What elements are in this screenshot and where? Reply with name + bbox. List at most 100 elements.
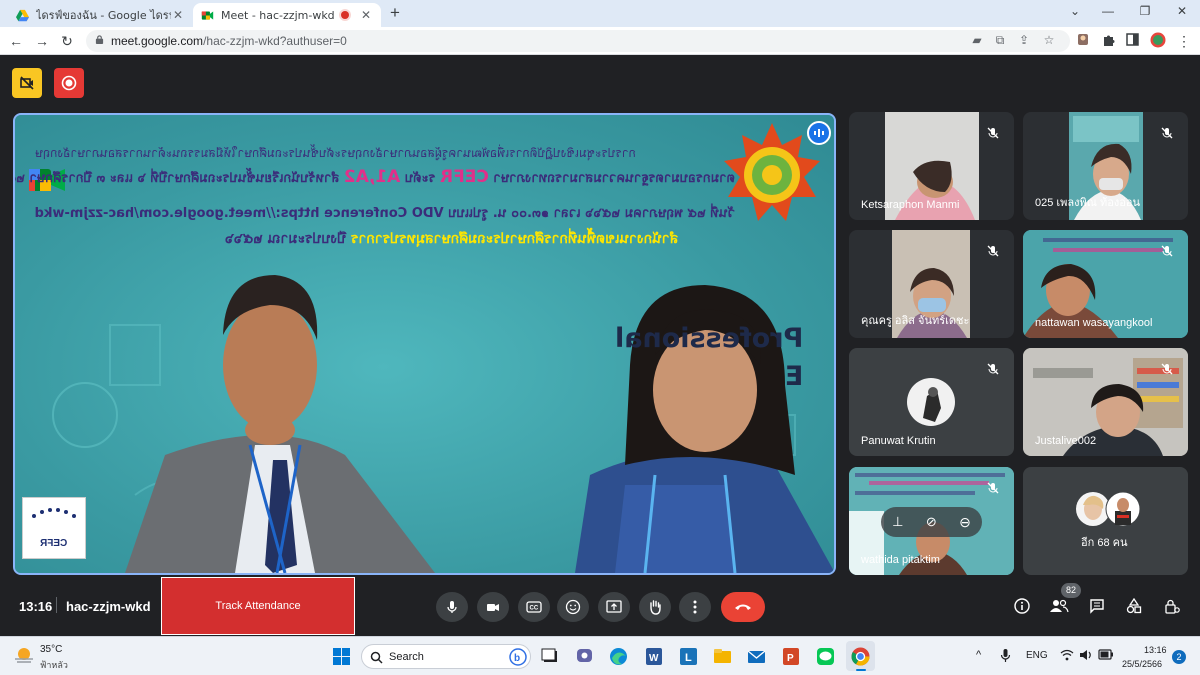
active-app-indicator: [856, 669, 866, 671]
new-tab-button[interactable]: +: [390, 3, 400, 23]
close-window-button[interactable]: ✕: [1172, 4, 1192, 18]
taskbar-clock-time[interactable]: 13:16: [1144, 645, 1167, 655]
bing-chat-icon[interactable]: b: [509, 648, 527, 666]
participant-name: 025 เพลงพิณ ท้องอ่อน: [1035, 197, 1141, 209]
banner-line-4: สำนักงานเขตพื้นที่การศึกษาประถมศึกษาสมุท…: [225, 231, 679, 247]
powerpoint-icon[interactable]: P: [780, 646, 801, 667]
participant-tile[interactable]: Ketsaraphon Manmi: [849, 112, 1014, 220]
presenter-tile[interactable]: การประชุมเชิงปฏิบัติการเพื่อพัฒนาครูผู้ส…: [13, 113, 836, 575]
participant-tile[interactable]: Panuwat Krutin: [849, 348, 1014, 456]
participant-tile-hovered[interactable]: ⊥ ⊘ ⊖ wathida pitaktim: [849, 467, 1014, 575]
tray-chevron-up-icon[interactable]: ^: [976, 649, 981, 661]
tab-search-chevron-icon[interactable]: ⌄: [1065, 4, 1085, 18]
share-icon[interactable]: ⇪: [1016, 33, 1032, 47]
browser-menu-icon[interactable]: ⋮: [1175, 32, 1193, 50]
present-screen-icon: [606, 600, 622, 613]
tab-google-meet[interactable]: Meet - hac-zzjm-wkd ✕: [193, 3, 381, 27]
mute-participant-icon[interactable]: ⊘: [926, 514, 937, 530]
present-screen-button[interactable]: [598, 592, 630, 622]
address-bar[interactable]: meet.google.com/hac-zzjm-wkd?authuser=0 …: [86, 30, 1070, 52]
mic-muted-icon: [982, 240, 1004, 262]
search-icon: [370, 651, 383, 664]
taskbar-clock-date[interactable]: 25/5/2566: [1122, 659, 1162, 669]
more-options-button[interactable]: [679, 592, 711, 622]
extensions-puzzle-icon[interactable]: [1099, 32, 1117, 50]
mic-muted-icon: [982, 358, 1004, 380]
track-attendance-button[interactable]: Track Attendance: [161, 577, 355, 635]
captions-button[interactable]: CC: [518, 592, 550, 622]
participant-avatar: [1105, 491, 1141, 527]
participant-name: wathida pitaktim: [861, 554, 940, 566]
line-app-icon[interactable]: [815, 646, 836, 667]
microphone-button[interactable]: [436, 592, 468, 622]
meeting-details-button[interactable]: [1010, 594, 1034, 618]
banner-line-1: การประชุมเชิงปฏิบัติการเพื่อพัฒนาครูผู้ส…: [35, 146, 636, 160]
task-view-icon[interactable]: [540, 646, 561, 667]
chrome-taskbar-active[interactable]: [846, 641, 875, 671]
participant-tile[interactable]: คุณครู อลิส จันทร์เดชะ: [849, 230, 1014, 338]
svg-text:P: P: [787, 653, 794, 664]
recording-notice-button[interactable]: [12, 68, 42, 98]
battery-icon[interactable]: [1098, 649, 1114, 660]
mail-icon[interactable]: [746, 646, 767, 667]
word-icon[interactable]: W: [643, 646, 664, 667]
windows-start-icon[interactable]: [331, 646, 352, 667]
cefr-logo: CEFR: [22, 497, 86, 559]
leave-call-button[interactable]: [721, 592, 765, 622]
mic-muted-icon: [982, 477, 1004, 499]
cefr-stars-icon: [32, 507, 76, 518]
activities-button[interactable]: [1122, 594, 1146, 618]
notification-count-badge[interactable]: 2: [1172, 650, 1186, 664]
back-arrow-icon[interactable]: ←: [7, 32, 25, 50]
browser-toolbar: ← → ↻ meet.google.com/hac-zzjm-wkd?authu…: [0, 27, 1200, 55]
camera-button[interactable]: [477, 592, 509, 622]
minimize-window-button[interactable]: —: [1098, 4, 1118, 18]
taskbar-search-box[interactable]: Search b: [361, 644, 531, 669]
weather-temperature[interactable]: 35°C: [40, 644, 62, 655]
reload-icon[interactable]: ↻: [58, 32, 76, 50]
profile-avatar[interactable]: [1149, 32, 1167, 50]
wifi-icon[interactable]: [1060, 649, 1074, 661]
more-participants-label: อีก 68 คน: [1081, 537, 1128, 549]
raise-hand-button[interactable]: [639, 592, 671, 622]
bookmark-star-icon[interactable]: ☆: [1041, 33, 1057, 47]
camera-in-use-icon[interactable]: ▰: [969, 33, 985, 47]
close-tab-icon[interactable]: ✕: [359, 8, 373, 22]
participant-tile[interactable]: Justalive002: [1023, 348, 1188, 456]
participant-tile[interactable]: nattawan wasayangkool: [1023, 230, 1188, 338]
chat-button[interactable]: [1085, 594, 1109, 618]
edge-browser-icon[interactable]: [608, 646, 629, 667]
file-explorer-icon[interactable]: [712, 646, 733, 667]
translate-icon[interactable]: ⧉: [992, 33, 1008, 48]
recording-status-button[interactable]: [54, 68, 84, 98]
people-count-badge: 82: [1061, 583, 1081, 598]
teams-chat-icon[interactable]: [574, 646, 595, 667]
svg-text:b: b: [514, 653, 520, 664]
reactions-button[interactable]: [557, 592, 589, 622]
tab-title: ไดรฟ์ของฉัน - Google ไดรฟ์: [36, 9, 171, 22]
pin-icon[interactable]: ⊥: [892, 514, 903, 530]
people-icon: [1050, 599, 1069, 613]
forward-arrow-icon[interactable]: →: [33, 32, 51, 50]
weather-hazy-icon[interactable]: [13, 646, 35, 666]
host-controls-button[interactable]: [1160, 594, 1184, 618]
learning-app-icon[interactable]: L: [678, 646, 699, 667]
mic-muted-icon: [1156, 122, 1178, 144]
speaker-icon[interactable]: [1079, 649, 1093, 661]
weather-description[interactable]: ฟ้าหลัว: [40, 658, 68, 672]
input-language[interactable]: ENG: [1026, 650, 1048, 661]
close-tab-icon[interactable]: ✕: [171, 8, 185, 22]
more-participants-tile[interactable]: อีก 68 คน: [1023, 467, 1188, 575]
more-vert-icon: [693, 600, 697, 614]
extension-avatar-icon[interactable]: [1074, 32, 1092, 50]
meeting-code: hac-zzjm-wkd: [66, 599, 151, 614]
tab-google-drive[interactable]: ไดรฟ์ของฉัน - Google ไดรฟ์ ✕: [8, 3, 193, 27]
google-drive-icon: [16, 9, 29, 21]
participant-tile[interactable]: 025 เพลงพิณ ท้องอ่อน: [1023, 112, 1188, 220]
side-panel-icon[interactable]: [1123, 32, 1141, 50]
tray-microphone-icon[interactable]: [999, 648, 1012, 663]
google-meet-icon: [201, 10, 214, 20]
participant-name: Ketsaraphon Manmi: [861, 199, 960, 211]
remove-participant-icon[interactable]: ⊖: [959, 514, 971, 531]
restore-window-button[interactable]: ❐: [1135, 4, 1155, 18]
